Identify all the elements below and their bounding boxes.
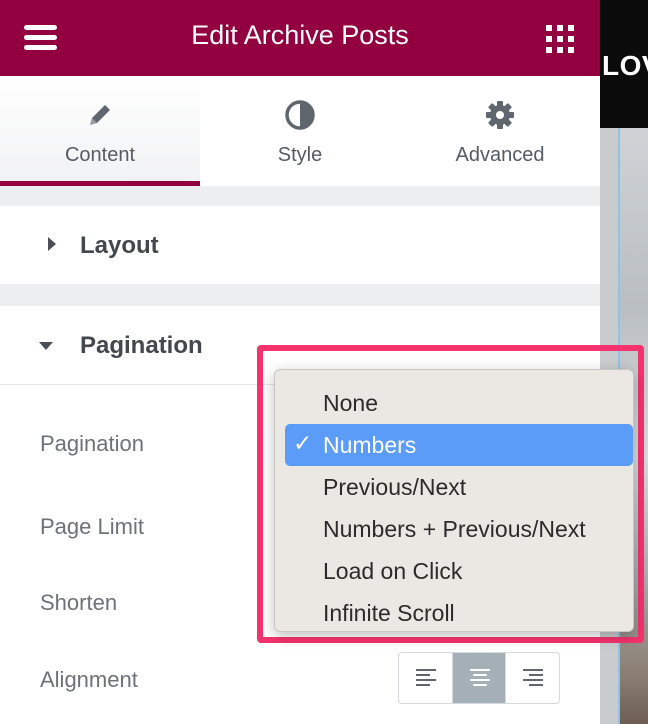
dropdown-option-infinite-scroll[interactable]: Infinite Scroll (285, 592, 633, 634)
widgets-grid-icon[interactable] (546, 25, 574, 53)
option-label: Numbers (323, 432, 417, 458)
tab-label: Style (277, 144, 323, 166)
option-label: Previous/Next (323, 474, 467, 500)
tab-label: Advanced (455, 144, 545, 166)
dropdown-option-none[interactable]: None (285, 382, 633, 424)
panel-tabs: Content Style Advanced (0, 76, 600, 186)
caret-down-icon (39, 342, 53, 350)
option-label: Load on Click (323, 558, 463, 584)
preview-header: LOV (600, 0, 648, 128)
pagination-field-label: Pagination (40, 431, 144, 456)
caret-right-icon (48, 237, 56, 251)
option-label: Numbers + Previous/Next (323, 516, 586, 542)
section-layout[interactable]: Layout (0, 206, 600, 284)
gear-icon (486, 101, 514, 129)
align-center-button[interactable] (452, 653, 507, 703)
dropdown-option-previous-next[interactable]: Previous/Next (285, 466, 633, 508)
dropdown-option-numbers-previous-next[interactable]: Numbers + Previous/Next (285, 508, 633, 550)
tab-advanced[interactable]: Advanced (400, 76, 600, 186)
align-right-icon (523, 669, 544, 687)
preview-text: LOV (602, 50, 648, 81)
tab-style[interactable]: Style (200, 76, 400, 186)
panel-title: Edit Archive Posts (191, 20, 409, 50)
pencil-icon (90, 105, 110, 125)
dropdown-option-load-on-click[interactable]: Load on Click (285, 550, 633, 592)
section-title: Pagination (80, 332, 203, 359)
section-title: Layout (80, 232, 159, 259)
align-left-icon (416, 669, 436, 687)
align-center-icon (469, 669, 490, 687)
dropdown-option-numbers[interactable]: ✓ Numbers (285, 424, 633, 466)
option-label: None (323, 390, 378, 416)
panel-header: Edit Archive Posts (0, 0, 600, 76)
alignment-field-label: Alignment (40, 667, 138, 692)
half-circle-icon (285, 100, 315, 130)
tab-label: Content (64, 144, 136, 166)
shorten-field-label: Shorten (40, 590, 118, 615)
alignment-control (398, 652, 560, 704)
tab-content[interactable]: Content (0, 76, 200, 186)
page-limit-field-label: Page Limit (40, 514, 144, 539)
align-left-button[interactable] (399, 653, 453, 703)
pagination-dropdown: None ✓ Numbers Previous/Next Numbers + P… (274, 369, 634, 632)
checkmark-icon: ✓ (293, 431, 313, 457)
option-label: Infinite Scroll (323, 600, 455, 626)
align-right-button[interactable] (506, 653, 559, 703)
